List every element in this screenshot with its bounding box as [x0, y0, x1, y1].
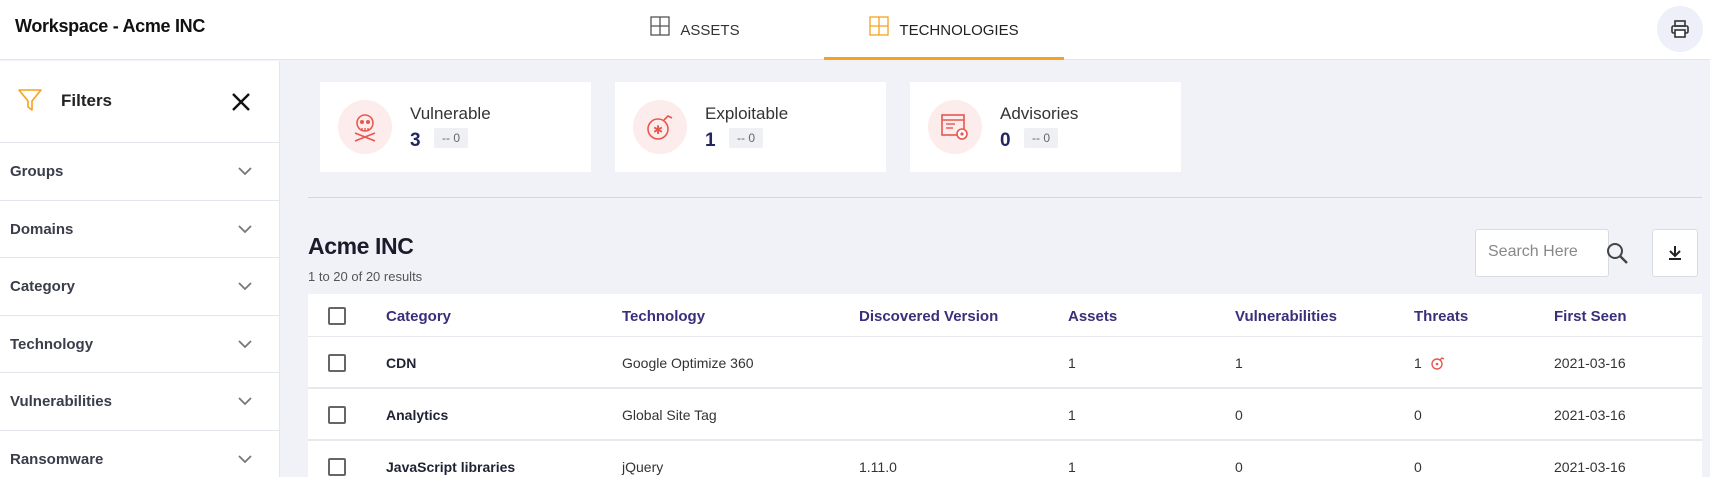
table-header-row: Category Technology Discovered Version A…	[308, 294, 1702, 337]
filter-label: Ransomware	[10, 450, 104, 468]
close-icon[interactable]	[228, 89, 254, 115]
filter-label: Groups	[10, 163, 64, 180]
cell-assets: 1	[1068, 459, 1076, 475]
card-value: 1	[705, 130, 716, 151]
cell-technology: Global Site Tag	[622, 407, 717, 423]
cell-category: Analytics	[386, 407, 449, 423]
card-label: Advisories	[1000, 104, 1079, 123]
cell-threats: 1	[1414, 355, 1446, 371]
download-button[interactable]	[1652, 229, 1698, 277]
column-header-category[interactable]: Category	[386, 308, 451, 325]
cell-category: JavaScript libraries	[386, 459, 516, 475]
tab-technologies[interactable]: TECHNOLOGIES	[824, 0, 1064, 60]
search-input[interactable]	[1488, 243, 1598, 261]
workspace-title: Workspace - Acme INC	[15, 16, 206, 36]
filters-header: Filters	[0, 61, 279, 143]
printer-icon	[1671, 20, 1689, 38]
chevron-down-icon	[238, 339, 252, 348]
column-header-assets[interactable]: Assets	[1068, 308, 1117, 325]
cell-first-seen: 2021-03-16	[1554, 355, 1626, 371]
cell-assets: 1	[1068, 407, 1076, 423]
filters-sidebar: Filters Groups Domains Category Technolo…	[0, 61, 280, 477]
cell-vulnerabilities: 0	[1235, 459, 1243, 475]
table-row[interactable]: JavaScript libraries jQuery 1.11.0 1 0 0…	[308, 441, 1702, 477]
card-vulnerable[interactable]: Vulnerable 3 -- 0	[320, 82, 591, 172]
row-checkbox[interactable]	[328, 354, 346, 372]
tab-assets-label: ASSETS	[680, 21, 740, 39]
table-row[interactable]: CDN Google Optimize 360 1 1 1 2021-03-16	[308, 337, 1702, 389]
cell-threats: 0	[1414, 459, 1422, 475]
card-delta-badge: -- 0	[434, 128, 468, 148]
select-all-checkbox[interactable]	[328, 307, 346, 325]
filter-label: Domains	[10, 220, 74, 238]
results-count: 1 to 20 of 20 results	[308, 269, 423, 284]
cell-vulnerabilities: 0	[1235, 407, 1243, 423]
row-checkbox[interactable]	[328, 458, 346, 476]
print-button[interactable]	[1657, 6, 1703, 52]
column-header-technology[interactable]: Technology	[622, 308, 705, 325]
card-exploitable[interactable]: ✱ Exploitable 1 -- 0	[615, 82, 886, 172]
technologies-table: Category Technology Discovered Version A…	[308, 294, 1702, 477]
filter-domains[interactable]: Domains	[0, 201, 279, 258]
grid-icon	[869, 16, 890, 36]
search-icon[interactable]	[1605, 241, 1629, 265]
cell-technology: Google Optimize 360	[622, 355, 754, 371]
filter-list: Groups Domains Category Technology Vulne…	[0, 143, 279, 477]
funnel-icon	[18, 89, 42, 111]
page-title: Acme INC	[308, 233, 414, 259]
filter-technology[interactable]: Technology	[0, 316, 279, 373]
chevron-down-icon	[238, 167, 252, 176]
card-value: 0	[1000, 130, 1011, 151]
row-checkbox[interactable]	[328, 406, 346, 424]
chevron-down-icon	[238, 397, 252, 406]
column-header-vulnerabilities[interactable]: Vulnerabilities	[1235, 308, 1337, 325]
cell-technology: jQuery	[622, 459, 664, 475]
card-value: 3	[410, 130, 421, 151]
cell-threats-value: 1	[1414, 355, 1422, 371]
advisory-gear-icon	[928, 100, 982, 154]
cell-threats: 0	[1414, 407, 1422, 423]
chevron-down-icon	[238, 282, 252, 291]
card-advisories[interactable]: Advisories 0 -- 0	[910, 82, 1181, 172]
filter-ransomware[interactable]: Ransomware	[0, 431, 279, 477]
cell-assets: 1	[1068, 355, 1076, 371]
filter-label: Technology	[10, 335, 94, 353]
filter-label: Vulnerabilities	[10, 393, 112, 410]
bomb-icon: ✱	[633, 100, 687, 154]
card-delta-badge: -- 0	[1024, 128, 1058, 148]
download-icon	[1669, 246, 1681, 260]
column-header-discovered-version[interactable]: Discovered Version	[859, 308, 998, 325]
card-label: Exploitable	[705, 104, 789, 123]
cell-first-seen: 2021-03-16	[1554, 459, 1626, 475]
filter-category[interactable]: Category	[0, 258, 279, 316]
tab-assets[interactable]: ASSETS	[620, 0, 770, 60]
chevron-down-icon	[238, 454, 252, 463]
grid-icon	[650, 16, 671, 36]
card-label: Vulnerable	[410, 104, 491, 123]
top-header: Workspace - Acme INC ASSETS TECHNOLOGIES	[0, 0, 1710, 60]
card-delta-badge: -- 0	[729, 128, 763, 148]
filters-title: Filters	[61, 91, 113, 110]
bomb-icon	[1430, 356, 1445, 370]
chevron-down-icon	[238, 224, 252, 233]
cell-vulnerabilities: 1	[1235, 355, 1243, 371]
filter-vulnerabilities[interactable]: Vulnerabilities	[0, 373, 279, 431]
tab-technologies-label: TECHNOLOGIES	[899, 21, 1019, 39]
svg-text:✱: ✱	[653, 123, 663, 137]
section-divider	[308, 197, 1702, 198]
cell-version: 1.11.0	[859, 459, 897, 475]
filter-label: Category	[10, 278, 76, 295]
cell-category: CDN	[386, 355, 417, 371]
cell-first-seen: 2021-03-16	[1554, 407, 1626, 423]
column-header-first-seen[interactable]: First Seen	[1554, 308, 1627, 325]
search-box	[1475, 229, 1609, 277]
column-header-threats[interactable]: Threats	[1414, 308, 1468, 325]
table-row[interactable]: Analytics Global Site Tag 1 0 0 2021-03-…	[308, 389, 1702, 441]
skull-icon	[338, 100, 392, 154]
filter-groups[interactable]: Groups	[0, 143, 279, 201]
